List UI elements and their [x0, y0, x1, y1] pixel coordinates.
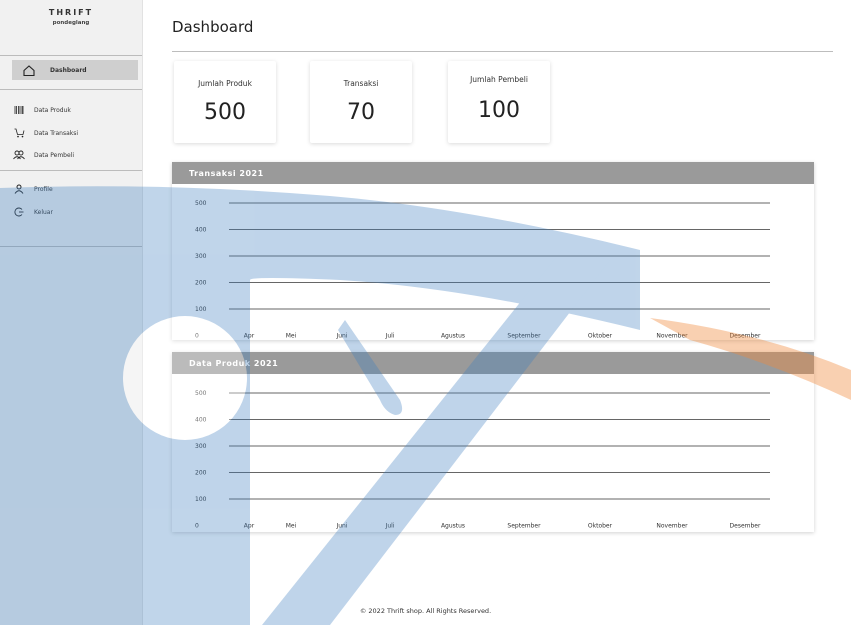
sidebar-item-label: Keluar: [34, 208, 53, 216]
x-tick-label: Agustus: [441, 523, 465, 530]
header-divider: [172, 51, 833, 52]
x-tick-label: Oktober: [588, 523, 613, 530]
stat-value: 500: [204, 100, 246, 125]
sidebar-item-profile[interactable]: Profile: [12, 181, 53, 197]
y-tick-label: 100: [195, 306, 207, 313]
sidebar-item-label: Profile: [34, 185, 53, 193]
cart-icon: [12, 126, 26, 140]
x-tick-label: September: [507, 523, 541, 530]
sidebar-item-keluar[interactable]: Keluar: [12, 204, 53, 220]
home-icon: [18, 63, 40, 77]
chart-title: Data Produk 2021: [172, 352, 814, 374]
x-tick-label: Juni: [335, 333, 347, 340]
sidebar-divider: [0, 170, 142, 171]
x-tick-label: Juni: [335, 523, 347, 530]
sidebar-item-label: Data Transaksi: [34, 129, 79, 137]
x-tick-label: Oktober: [588, 333, 613, 340]
brand-subtitle: pondeglang: [52, 20, 90, 26]
y-tick-label: 0: [195, 523, 199, 530]
x-tick-label: Mei: [286, 523, 297, 530]
stat-card-jumlah-pembeli: Jumlah Pembeli 100: [448, 61, 550, 143]
stat-label: Jumlah Produk: [198, 79, 252, 88]
stat-card-transaksi: Transaksi 70: [310, 61, 412, 143]
barcode-icon: [12, 103, 26, 117]
sidebar-item-data-pembeli[interactable]: Data Pembeli: [12, 147, 74, 163]
y-tick-label: 0: [195, 333, 199, 340]
x-tick-label: Mei: [286, 333, 297, 340]
sidebar-item-label: Data Pembeli: [34, 151, 75, 159]
sidebar-item-label: Data Produk: [34, 106, 71, 114]
sidebar-item-data-produk[interactable]: Data Produk: [12, 102, 71, 118]
y-tick-label: 300: [195, 443, 207, 450]
sidebar-divider: [0, 55, 142, 56]
data-produk-chart: 500 400 300 200 100 0 Apr Mei Juni Juli Agustus Sep…: [195, 390, 770, 530]
y-tick-label: 500: [195, 390, 207, 397]
sidebar-divider: [0, 246, 142, 247]
x-tick-label: Apr: [244, 523, 255, 530]
users-icon: [12, 148, 26, 162]
x-tick-label: Desember: [730, 523, 761, 530]
y-tick-label: 500: [195, 200, 207, 207]
stat-card-jumlah-produk: Jumlah Produk 500: [174, 61, 276, 143]
user-icon: [12, 182, 26, 196]
logout-icon: [12, 205, 26, 219]
stat-label: Transaksi: [343, 79, 379, 88]
y-tick-label: 200: [195, 470, 207, 477]
y-tick-label: 400: [195, 417, 207, 424]
y-tick-label: 300: [195, 253, 207, 260]
page-title: Dashboard: [172, 18, 254, 36]
chart-panel-data-produk: Data Produk 2021 500 400 300 200 100 0 Apr Mei J…: [172, 352, 814, 532]
x-tick-label: Juli: [385, 523, 395, 530]
stat-value: 100: [478, 98, 520, 123]
x-tick-label: November: [656, 333, 688, 340]
sidebar-item-label: Dashboard: [50, 66, 87, 74]
sidebar-divider: [0, 89, 142, 90]
x-tick-label: Apr: [244, 333, 255, 340]
x-tick-label: Desember: [730, 333, 761, 340]
transaksi-chart: 500 400 300 200 100 0 Apr Mei Juni Juli Agustus Sep…: [195, 200, 770, 340]
y-tick-label: 200: [195, 280, 207, 287]
x-tick-label: Juli: [385, 333, 395, 340]
sidebar-item-data-transaksi[interactable]: Data Transaksi: [12, 125, 78, 141]
y-tick-label: 100: [195, 496, 207, 503]
x-tick-label: Agustus: [441, 333, 465, 340]
x-tick-label: November: [656, 523, 688, 530]
chart-title: Transaksi 2021: [172, 162, 814, 184]
stat-value: 70: [347, 100, 375, 125]
footer-copyright: © 2022 Thrift shop. All Rights Reserved.: [359, 607, 492, 615]
brand-title: THRIFT: [48, 8, 94, 17]
chart-panel-transaksi: Transaksi 2021 500 400 300 200 100 0 Apr Mei Jun…: [172, 162, 814, 340]
sidebar: THRIFT pondeglang Dashboard Data Produk …: [0, 0, 143, 625]
x-tick-label: September: [507, 333, 541, 340]
stat-label: Jumlah Pembeli: [470, 75, 528, 84]
brand-logo: THRIFT pondeglang: [0, 8, 142, 26]
y-tick-label: 400: [195, 227, 207, 234]
sidebar-item-dashboard[interactable]: Dashboard: [12, 60, 138, 80]
